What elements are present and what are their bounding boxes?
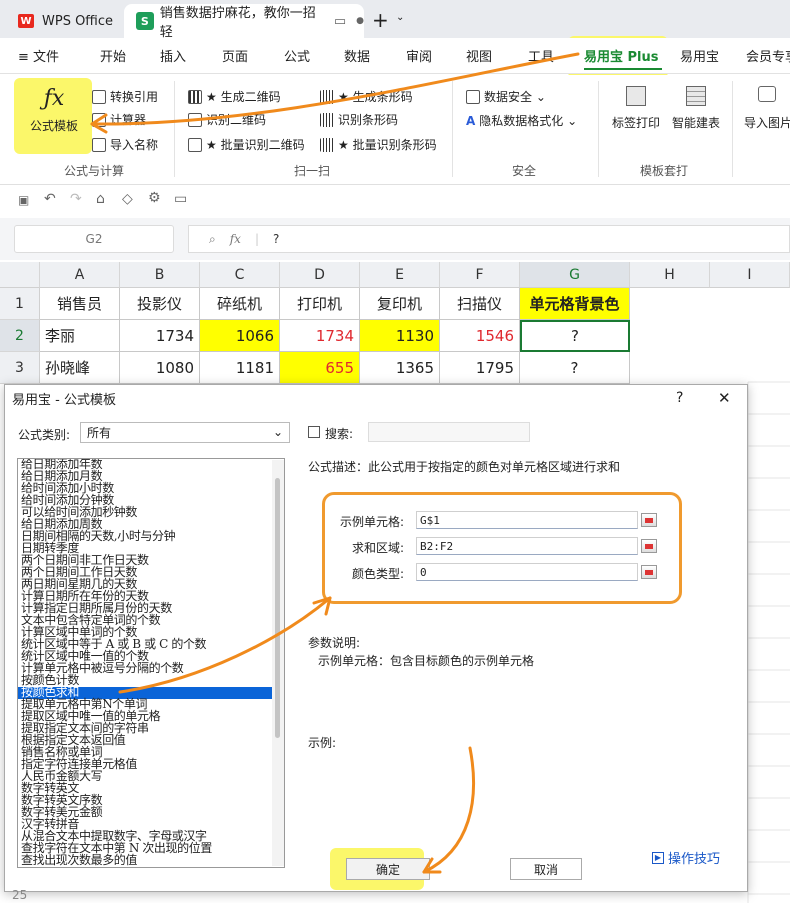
arrow-to-ok (422, 746, 476, 874)
row-header-partial: 25 (12, 888, 28, 902)
arrow-to-formula-template (90, 52, 580, 126)
arrow-to-params (118, 596, 332, 694)
annotation-arrows (90, 52, 580, 874)
